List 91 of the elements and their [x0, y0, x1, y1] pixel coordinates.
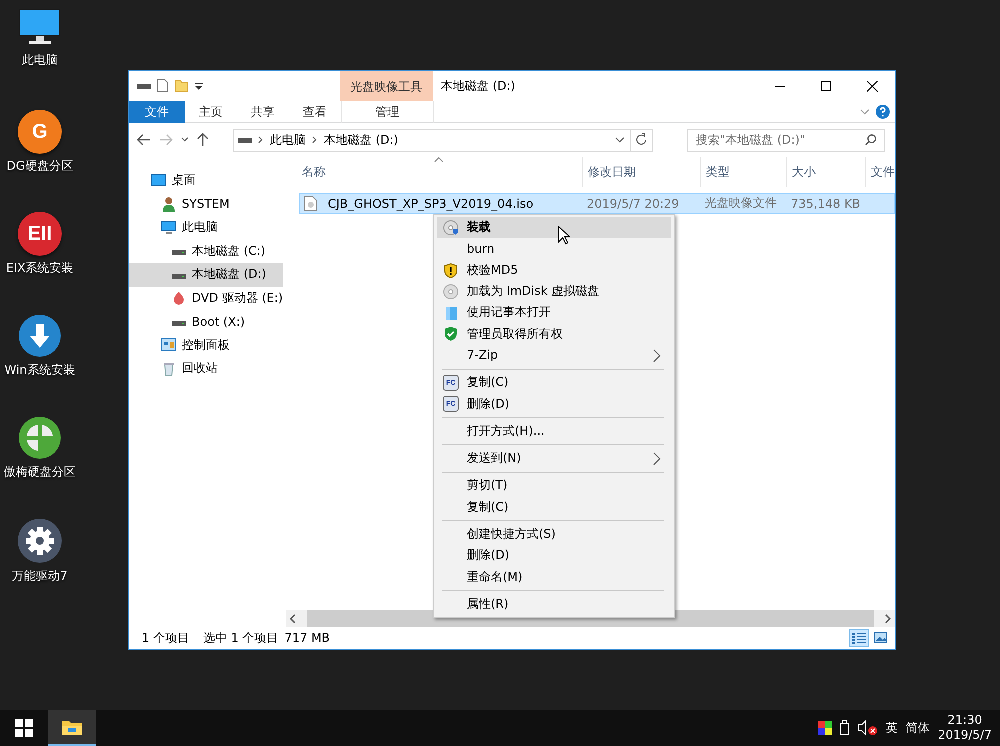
usb-drive-icon[interactable] [840, 720, 850, 736]
file-row[interactable]: CJB_GHOST_XP_SP3_V2019_04.iso 2019/5/7 20:29 光盘映像文件 735,148 KB [299, 193, 895, 214]
column-header[interactable]: 名称 [286, 157, 582, 187]
scroll-left-icon[interactable] [289, 614, 297, 624]
menu-item[interactable]: 删除(D) [437, 545, 671, 566]
check-shield-icon [443, 326, 459, 342]
column-header[interactable]: 类型 [700, 157, 786, 187]
drive-icon [137, 82, 151, 90]
menu-item[interactable]: 创建快捷方式(S) [437, 524, 671, 546]
color-palette-icon[interactable] [818, 721, 832, 735]
nav-item[interactable]: 本地磁盘 (D:) [129, 263, 283, 286]
address-bar[interactable]: 此电脑 本地磁盘 (D:) [233, 128, 653, 152]
submenu-chevron-icon [653, 348, 661, 363]
scroll-right-icon[interactable] [884, 614, 892, 624]
window-title: 本地磁盘 (D:) [441, 78, 516, 94]
menu-item[interactable]: 装载 [437, 217, 671, 238]
menu-item[interactable]: 剪切(T) [437, 475, 671, 497]
disc-icon [443, 220, 459, 236]
file-date: 2019/5/7 20:29 [586, 196, 680, 210]
input-language[interactable]: 英 [886, 720, 898, 736]
menu-item[interactable]: 校验MD5 [437, 260, 671, 281]
clock[interactable]: 21:30 2019/5/7 [938, 713, 992, 743]
ribbon-tab[interactable]: 主页 [185, 101, 237, 123]
new-file-icon[interactable] [157, 79, 169, 93]
ribbon-tab[interactable]: 共享 [237, 101, 289, 123]
gear-icon [17, 518, 63, 564]
nav-item[interactable]: 回收站 [129, 357, 283, 380]
dropdown-caret-icon[interactable] [195, 82, 203, 90]
selection-size: 717 MB [284, 631, 330, 645]
close-icon[interactable] [866, 80, 878, 92]
desktop-icon-label: Win系统安装 [4, 362, 76, 379]
cube-icon [443, 305, 459, 322]
selection-count: 选中 1 个项目 [203, 630, 279, 646]
app-logo: G [18, 110, 62, 154]
ribbon-tab[interactable]: 查看 [289, 101, 341, 123]
sort-caret-icon [434, 157, 444, 163]
nav-item[interactable]: 此电脑 [129, 216, 283, 240]
item-count: 1 个项目 [142, 630, 190, 646]
disc-image-file-icon [304, 196, 318, 212]
menu-item[interactable]: 打开方式(H)... [437, 420, 671, 442]
menu-item[interactable]: 重命名(M) [437, 566, 671, 588]
search-field[interactable]: 搜索"本地磁盘 (D:)" [687, 128, 885, 152]
nav-item[interactable]: 本地磁盘 (C:) [129, 240, 283, 263]
file-size: 735,148 KB [790, 196, 862, 210]
menu-item[interactable]: 发送到(N) [437, 448, 671, 470]
nav-item[interactable]: 桌面 [129, 169, 283, 192]
windows-logo-icon[interactable] [15, 719, 33, 737]
maximize-icon[interactable] [821, 81, 831, 91]
mouse-pointer-icon [558, 226, 570, 245]
file-explorer-taskbar-button[interactable] [48, 710, 96, 746]
nav-item[interactable]: 控制面板 [129, 334, 283, 357]
desktop-icon [151, 174, 167, 188]
details-view-button[interactable] [849, 629, 869, 647]
nav-item[interactable]: Boot (X:) [129, 310, 283, 334]
up-arrow-icon[interactable] [197, 133, 209, 147]
monitor-icon [161, 220, 177, 235]
pie-chart-icon [18, 416, 62, 460]
muted-speaker-icon[interactable] [858, 720, 878, 736]
file-name: CJB_GHOST_XP_SP3_V2019_04.iso [327, 196, 535, 210]
user-icon [161, 196, 177, 212]
recycle-bin-icon [161, 360, 177, 377]
menu-item[interactable]: burn [437, 238, 671, 260]
menu-item[interactable]: 加载为 ImDisk 虚拟磁盘 [437, 280, 671, 302]
contextual-tab-group: 光盘映像工具 [340, 71, 433, 101]
back-arrow-icon[interactable] [137, 134, 151, 146]
file-menu-button[interactable]: 文件 [129, 101, 185, 123]
desktop-icon-label: DG硬盘分区 [6, 158, 74, 175]
warning-shield-icon [443, 262, 459, 279]
desktop-icon-label: EIX系统安装 [6, 260, 74, 277]
folder-icon [61, 718, 83, 736]
menu-item[interactable]: 使用记事本打开 [437, 302, 671, 324]
menu-item[interactable]: 复制(C) [437, 496, 671, 518]
menu-item[interactable]: 7-Zip [437, 344, 671, 366]
search-icon [865, 134, 877, 146]
column-header[interactable]: 修改日期 [582, 157, 700, 187]
control-panel-icon [161, 338, 177, 352]
recent-caret-icon[interactable] [181, 137, 189, 143]
column-header[interactable]: 文件 [865, 157, 905, 187]
input-method[interactable]: 简体 [906, 720, 930, 736]
nav-item[interactable]: DVD 驱动器 (E:) [129, 286, 283, 310]
desktop-icon-label: 万能驱动7 [12, 568, 68, 585]
submenu-chevron-icon [653, 452, 661, 466]
nav-item[interactable]: SYSTEM [129, 192, 283, 216]
column-header[interactable]: 大小 [786, 157, 865, 187]
desktop-icon-label: 此电脑 [22, 52, 58, 69]
disc-icon [443, 284, 459, 300]
file-type: 光盘映像文件 [704, 195, 778, 212]
menu-item[interactable]: 管理员取得所有权 [437, 323, 671, 345]
app-logo: EII [18, 212, 62, 256]
menu-item[interactable]: 属性(R) [437, 594, 671, 616]
desktop-icon-label: 傲梅硬盘分区 [4, 464, 76, 481]
